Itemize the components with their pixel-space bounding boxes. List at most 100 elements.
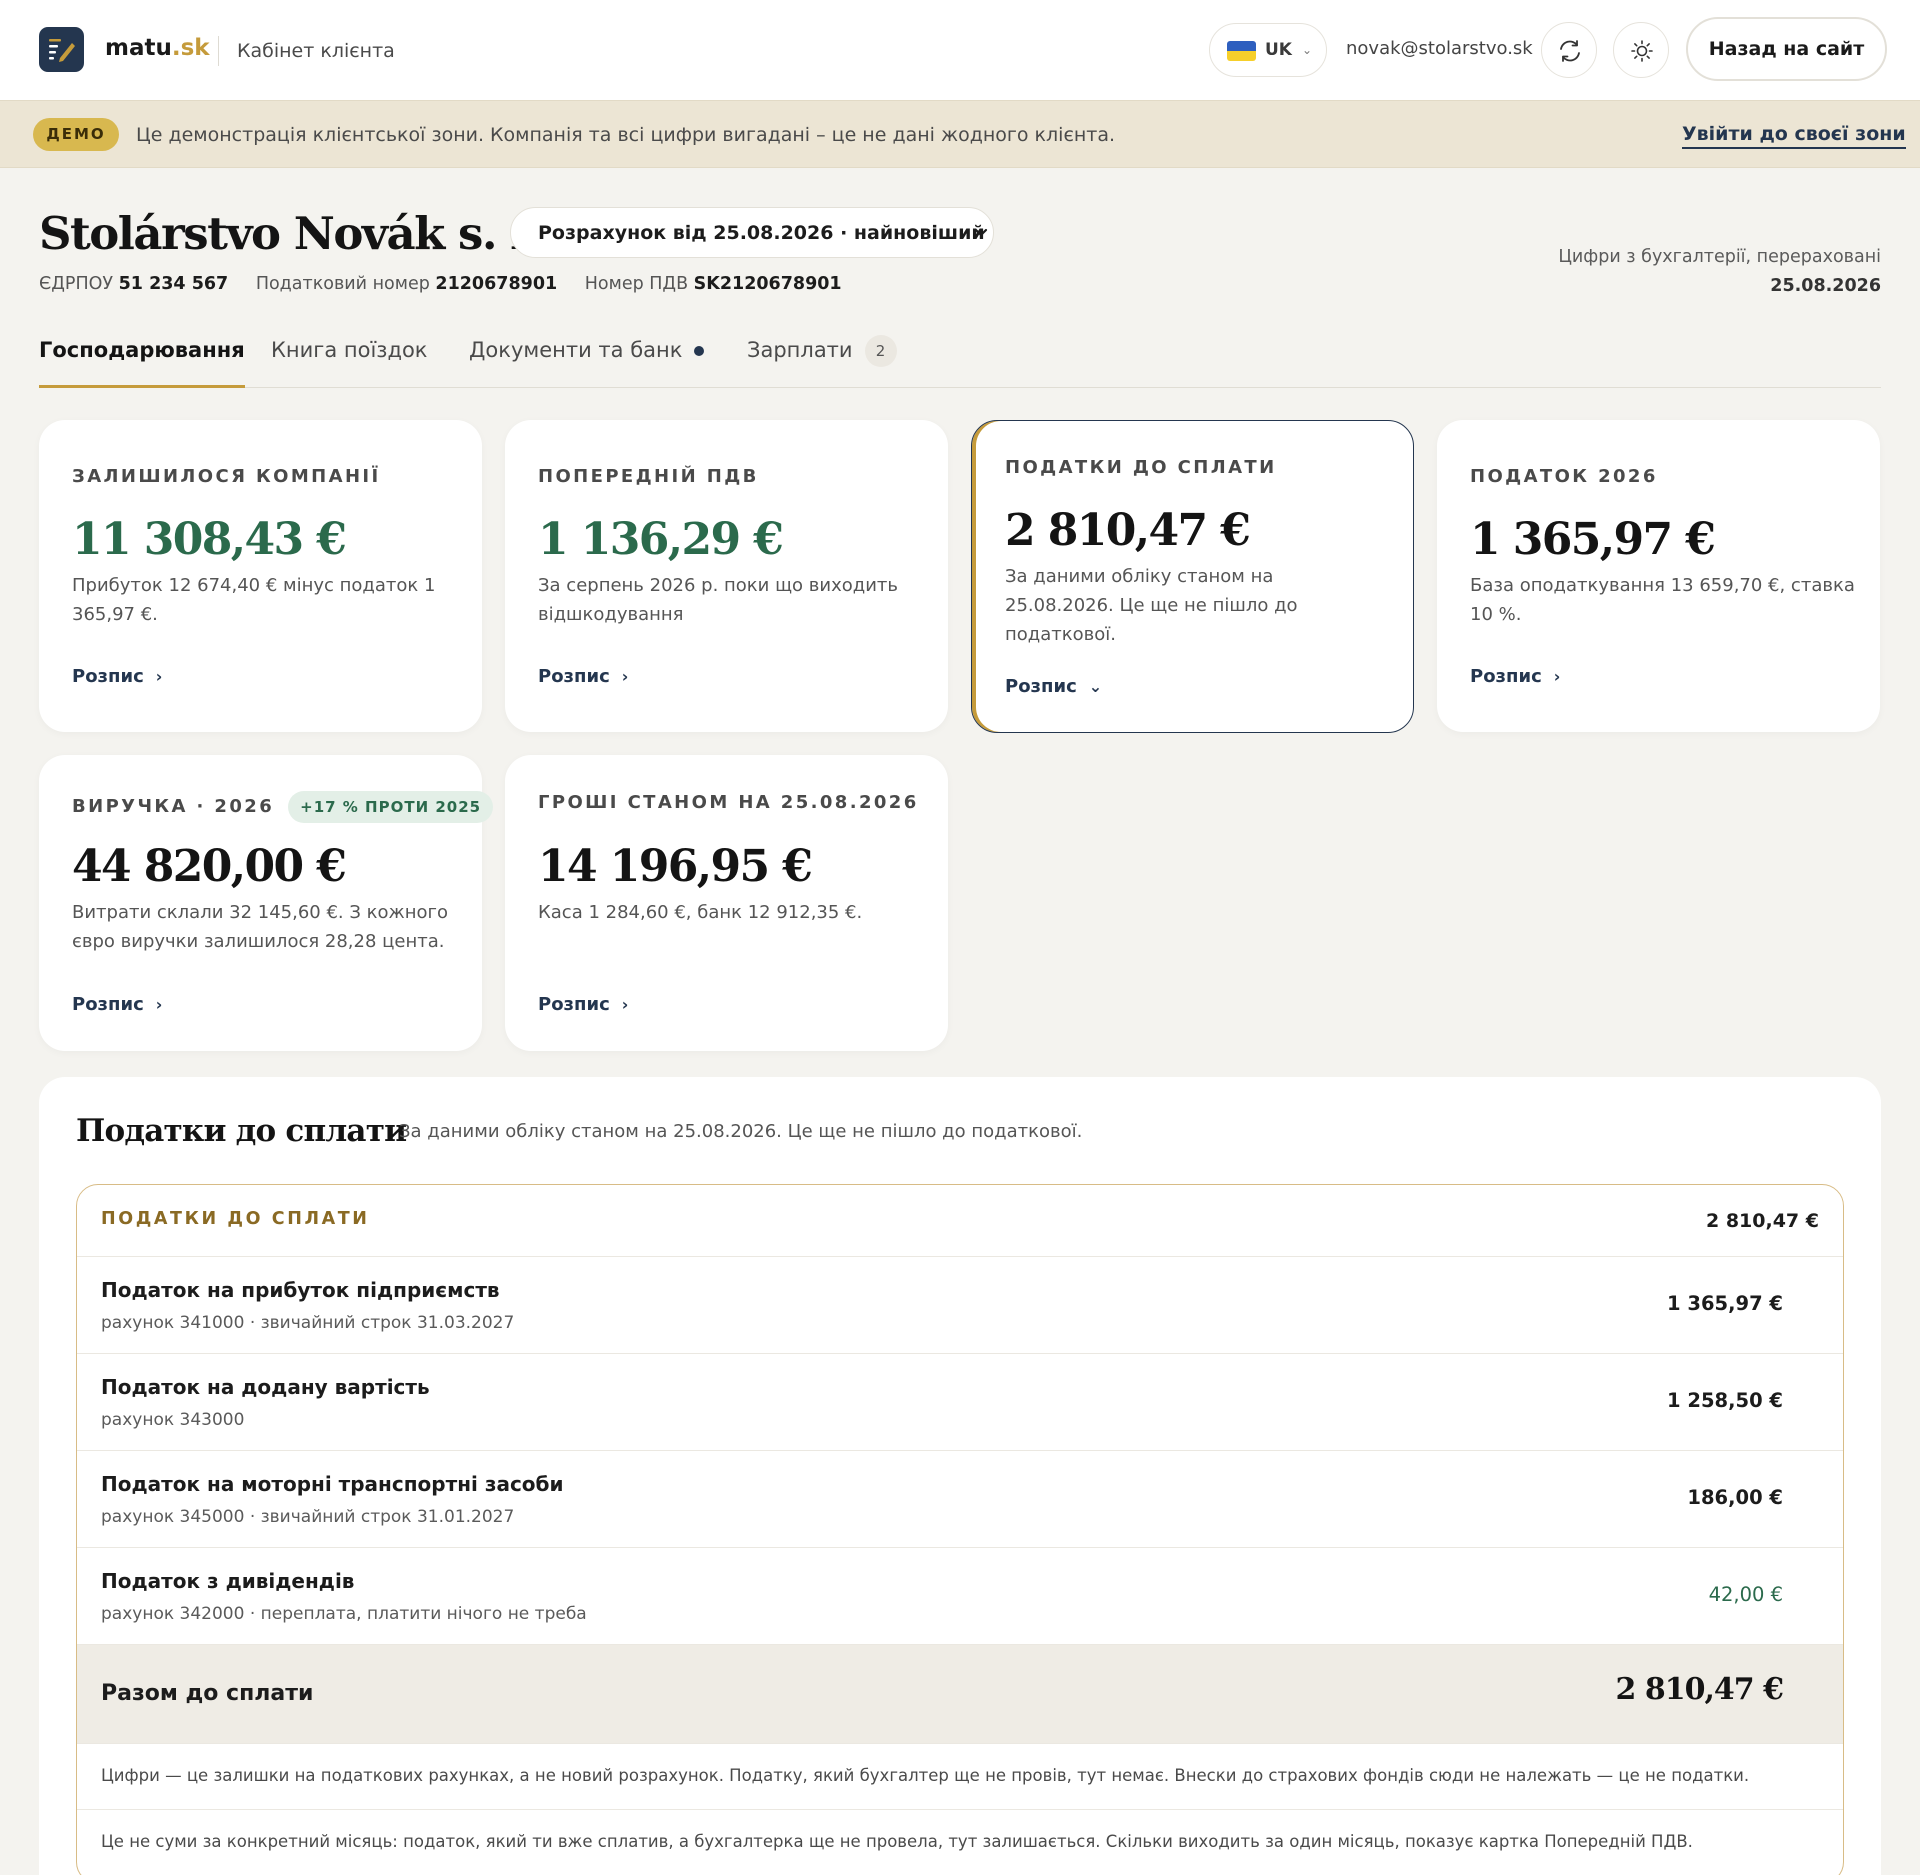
chevron-right-icon: › xyxy=(621,995,629,1014)
logo-icon[interactable] xyxy=(39,27,84,72)
tax-name: Податок на додану вартість xyxy=(101,1375,430,1399)
calculation-select[interactable]: Розрахунок від 25.08.2026 · найновіший xyxy=(510,207,994,258)
card-value: 14 196,95 € xyxy=(538,841,813,892)
table-row: Податок з дивідендів рахунок 342000 · пе… xyxy=(77,1548,1843,1645)
top-bar: matu.sk Кабінет клієнта UK ⌄ novak@stola… xyxy=(0,0,1920,100)
id-tax-number: Податковий номер 2120678901 xyxy=(255,274,558,294)
login-own-zone-link[interactable]: Увійти до своєї зони xyxy=(1682,121,1906,149)
chevron-right-icon: › xyxy=(155,995,163,1014)
sync-icon xyxy=(1560,40,1580,62)
chevron-right-icon: › xyxy=(1553,667,1561,686)
card-revenue[interactable]: ВИРУЧКА · 2026 +17 % ПРОТИ 2025 44 820,00… xyxy=(39,755,494,1051)
brand-divider xyxy=(218,36,219,66)
id-vat-number: Номер ПДВ SK2120678901 xyxy=(584,274,842,294)
tab-salaries[interactable]: Зарплати 2 xyxy=(747,330,897,388)
footnote: Це не суми за конкретний місяць: податок… xyxy=(77,1809,1843,1875)
chevron-down-icon xyxy=(974,228,988,237)
card-value: 11 308,43 € xyxy=(72,514,347,565)
card-label: ПОДАТОК 2026 xyxy=(1470,466,1658,487)
card-description: За серпень 2026 р. поки що виходить відш… xyxy=(538,575,898,625)
card-cash[interactable]: ГРОШІ СТАНОМ НА 25.08.2026 14 196,95 € К… xyxy=(505,755,948,1051)
chevron-right-icon: › xyxy=(155,667,163,686)
demo-badge: ДЕМО xyxy=(33,118,119,151)
taxes-panel: Податки до сплати За даними обліку стано… xyxy=(39,1077,1881,1875)
total-value: 2 810,47 € xyxy=(1615,1672,1784,1707)
chevron-right-icon: › xyxy=(621,667,629,686)
card-description: Витрати склали 32 145,60 €. З кожного єв… xyxy=(72,902,448,952)
table-header-total: 2 810,47 € xyxy=(1706,1210,1819,1232)
table-row: Податок на прибуток підприємств рахунок … xyxy=(77,1257,1843,1354)
tax-meta: рахунок 342000 · переплата, платити нічо… xyxy=(101,1604,587,1624)
tax-meta: рахунок 341000 · звичайний строк 31.03.2… xyxy=(101,1313,515,1333)
card-value: 1 136,29 € xyxy=(538,514,784,565)
table-header: ПОДАТКИ ДО СПЛАТИ 2 810,47 € xyxy=(77,1185,1843,1257)
tax-amount: 1 258,50 € xyxy=(1667,1389,1783,1412)
taxes-panel-title: Податки до сплати xyxy=(76,1113,407,1149)
card-description: За даними обліку станом на 25.08.2026. Ц… xyxy=(1005,566,1298,645)
accounting-note: Цифри з бухгалтерії, перераховані 25.08.… xyxy=(1558,243,1881,301)
total-row: Разом до сплати 2 810,47 € xyxy=(77,1645,1843,1743)
taxes-table: ПОДАТКИ ДО СПЛАТИ 2 810,47 € Податок на … xyxy=(76,1184,1844,1875)
table-row: Податок на моторні транспортні засоби ра… xyxy=(77,1451,1843,1548)
tab-trip-book[interactable]: Книга поїздок xyxy=(271,330,428,388)
card-description: База оподаткування 13 659,70 €, ставка 1… xyxy=(1470,575,1855,625)
table-header-label: ПОДАТКИ ДО СПЛАТИ xyxy=(101,1209,370,1229)
tab-count-badge: 2 xyxy=(864,335,897,367)
chevron-down-icon: ⌄ xyxy=(1302,43,1313,57)
demo-banner: ДЕМО Це демонстрація клієнтської зони. К… xyxy=(0,100,1920,168)
card-value: 1 365,97 € xyxy=(1470,514,1716,565)
user-email: novak@stolarstvo.sk xyxy=(1346,38,1533,59)
breakdown-link[interactable]: Розпис › xyxy=(72,665,162,689)
taxes-panel-subtitle: За даними обліку станом на 25.08.2026. Ц… xyxy=(399,1121,1083,1142)
language-select[interactable]: UK ⌄ xyxy=(1209,23,1327,77)
portal-subtitle: Кабінет клієнта xyxy=(237,40,395,62)
theme-toggle-button[interactable] xyxy=(1613,22,1669,78)
main-tabs: Господарювання Книга поїздок Документи т… xyxy=(39,330,1881,388)
breakdown-link[interactable]: Розпис › xyxy=(1470,665,1560,689)
card-vat-prev[interactable]: ПОПЕРЕДНІЙ ПДВ 1 136,29 € За серпень 202… xyxy=(505,420,948,732)
sun-icon xyxy=(1631,40,1653,62)
brand-name[interactable]: matu.sk xyxy=(105,33,210,63)
tax-meta: рахунок 343000 xyxy=(101,1410,245,1430)
tab-business[interactable]: Господарювання xyxy=(39,330,245,388)
card-label: ПОПЕРЕДНІЙ ПДВ xyxy=(538,466,759,487)
total-label: Разом до сплати xyxy=(101,1681,314,1706)
demo-banner-text: Це демонстрація клієнтської зони. Компан… xyxy=(136,124,1116,146)
tab-documents-bank[interactable]: Документи та банк xyxy=(469,330,705,388)
card-taxes-due[interactable]: ПОДАТКИ ДО СПЛАТИ 2 810,47 € За даними о… xyxy=(971,420,1414,733)
footnote: Цифри — це залишки на податкових рахунка… xyxy=(77,1743,1843,1809)
card-label: ВИРУЧКА · 2026 +17 % ПРОТИ 2025 xyxy=(72,791,494,823)
card-description: Каса 1 284,60 €, банк 12 912,35 €. xyxy=(538,902,863,923)
chevron-down-icon: ⌄ xyxy=(1088,677,1103,696)
card-value: 2 810,47 € xyxy=(1005,505,1251,556)
ukraine-flag-icon xyxy=(1227,41,1256,61)
card-value: 44 820,00 € xyxy=(72,841,347,892)
breakdown-link[interactable]: Розпис › xyxy=(538,665,628,689)
tax-amount-overpaid: 42,00 € xyxy=(1708,1583,1783,1606)
accounting-date: 25.08.2026 xyxy=(1770,276,1881,296)
card-label: ПОДАТКИ ДО СПЛАТИ xyxy=(1005,457,1277,478)
unread-dot xyxy=(694,346,705,356)
growth-badge: +17 % ПРОТИ 2025 xyxy=(288,791,494,823)
language-code: UK xyxy=(1265,40,1292,60)
tax-name: Податок з дивідендів xyxy=(101,1569,355,1593)
id-edrpou: ЄДРПОУ 51 234 567 xyxy=(39,274,229,294)
tax-name: Податок на прибуток підприємств xyxy=(101,1278,500,1302)
card-remaining[interactable]: ЗАЛИШИЛОСЯ КОМПАНІЇ 11 308,43 € Прибуток… xyxy=(39,420,482,732)
breakdown-link[interactable]: Розпис › xyxy=(72,993,162,1017)
tax-name: Податок на моторні транспортні засоби xyxy=(101,1472,564,1496)
tax-meta: рахунок 345000 · звичайний строк 31.01.2… xyxy=(101,1507,515,1527)
breakdown-link[interactable]: Розпис › xyxy=(538,993,628,1017)
card-tax-2026[interactable]: ПОДАТОК 2026 1 365,97 € База оподаткуван… xyxy=(1437,420,1880,732)
sync-button[interactable] xyxy=(1541,22,1597,78)
table-row: Податок на додану вартість рахунок 34300… xyxy=(77,1354,1843,1451)
tax-amount: 1 365,97 € xyxy=(1667,1292,1783,1315)
card-label: ГРОШІ СТАНОМ НА 25.08.2026 xyxy=(538,792,919,813)
calculation-select-value: Розрахунок від 25.08.2026 · найновіший xyxy=(538,222,985,244)
company-ids: ЄДРПОУ 51 234 567 Податковий номер 21206… xyxy=(39,272,864,296)
card-description: Прибуток 12 674,40 € мінус податок 1 365… xyxy=(72,575,436,625)
breakdown-toggle[interactable]: Розпис ⌄ xyxy=(1005,675,1102,699)
tax-amount: 186,00 € xyxy=(1687,1486,1783,1509)
back-to-site-button[interactable]: Назад на сайт xyxy=(1686,17,1887,81)
card-label: ЗАЛИШИЛОСЯ КОМПАНІЇ xyxy=(72,466,381,487)
